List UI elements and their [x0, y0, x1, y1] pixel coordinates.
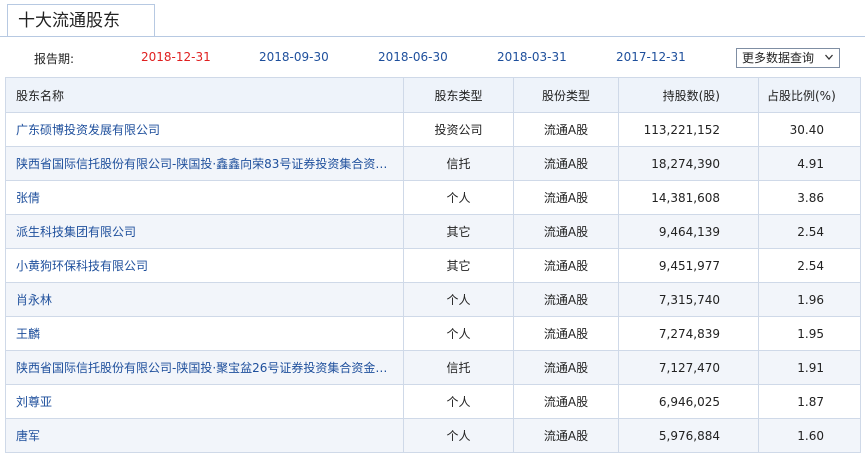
share-type-cell: 流通A股 — [513, 384, 619, 419]
holder-name-link[interactable]: 陕西省国际信托股份有限公司-陕国投·鑫鑫向荣83号证券投资集合资… — [5, 146, 404, 181]
holder-name-link[interactable]: 小黄狗环保科技有限公司 — [5, 248, 404, 283]
holder-name-link[interactable]: 唐军 — [5, 418, 404, 453]
table-row: 派生科技集团有限公司 其它 流通A股 9,464,139 2.54 — [5, 214, 861, 249]
table-row: 广东硕博投资发展有限公司 投资公司 流通A股 113,221,152 30.40 — [5, 112, 861, 147]
holder-type-cell: 其它 — [403, 248, 514, 283]
report-date-link[interactable]: 2018-03-31 — [497, 50, 567, 64]
table-row: 陕西省国际信托股份有限公司-陕国投·聚宝盆26号证券投资集合资金… 信托 流通A股 7… — [5, 350, 861, 385]
ratio-cell: 1.95 — [758, 316, 861, 351]
shares-cell: 7,127,470 — [618, 350, 759, 385]
table-row: 小黄狗环保科技有限公司 其它 流通A股 9,451,977 2.54 — [5, 248, 861, 283]
table-row: 肖永林 个人 流通A股 7,315,740 1.96 — [5, 282, 861, 317]
holder-name-link[interactable]: 广东硕博投资发展有限公司 — [5, 112, 404, 147]
ratio-cell: 3.86 — [758, 180, 861, 215]
shares-cell: 7,274,839 — [618, 316, 759, 351]
share-type-cell: 流通A股 — [513, 146, 619, 181]
holder-type-cell: 信托 — [403, 146, 514, 181]
holder-name-link[interactable]: 王麟 — [5, 316, 404, 351]
holder-type-cell: 个人 — [403, 282, 514, 317]
report-date-link[interactable]: 2018-09-30 — [259, 50, 329, 64]
column-header-holder-name: 股东名称 — [5, 77, 404, 113]
ratio-cell: 1.96 — [758, 282, 861, 317]
chevron-down-icon — [825, 54, 833, 60]
holder-name-link[interactable]: 肖永林 — [5, 282, 404, 317]
shares-cell: 113,221,152 — [618, 112, 759, 147]
holder-type-cell: 其它 — [403, 214, 514, 249]
holders-table: 股东名称 股东类型 股份类型 持股数(股) 占股比例(%) 广东硕博投资发展有限… — [5, 77, 861, 453]
tab-bar: 十大流通股东 — [0, 0, 865, 37]
ratio-cell: 4.91 — [758, 146, 861, 181]
share-type-cell: 流通A股 — [513, 316, 619, 351]
holder-name-link[interactable]: 刘尊亚 — [5, 384, 404, 419]
holder-name-link[interactable]: 派生科技集团有限公司 — [5, 214, 404, 249]
share-type-cell: 流通A股 — [513, 248, 619, 283]
tab-top10-holders[interactable]: 十大流通股东 — [7, 4, 155, 36]
shares-cell: 18,274,390 — [618, 146, 759, 181]
holder-type-cell: 信托 — [403, 350, 514, 385]
holder-type-cell: 个人 — [403, 180, 514, 215]
holder-name-link[interactable]: 张倩 — [5, 180, 404, 215]
column-header-ratio: 占股比例(%) — [758, 77, 861, 113]
shares-cell: 5,976,884 — [618, 418, 759, 453]
ratio-cell: 1.87 — [758, 384, 861, 419]
table-row: 刘尊亚 个人 流通A股 6,946,025 1.87 — [5, 384, 861, 419]
column-header-shares: 持股数(股) — [618, 77, 759, 113]
share-type-cell: 流通A股 — [513, 180, 619, 215]
holder-type-cell: 个人 — [403, 418, 514, 453]
holder-type-cell: 个人 — [403, 384, 514, 419]
ratio-cell: 2.54 — [758, 248, 861, 283]
ratio-cell: 1.91 — [758, 350, 861, 385]
ratio-cell: 1.60 — [758, 418, 861, 453]
table-row: 唐军 个人 流通A股 5,976,884 1.60 — [5, 418, 861, 453]
ratio-cell: 30.40 — [758, 112, 861, 147]
column-header-share-type: 股份类型 — [513, 77, 619, 113]
ratio-cell: 2.54 — [758, 214, 861, 249]
share-type-cell: 流通A股 — [513, 282, 619, 317]
table-row: 陕西省国际信托股份有限公司-陕国投·鑫鑫向荣83号证券投资集合资… 信托 流通A股 1… — [5, 146, 861, 181]
shares-cell: 6,946,025 — [618, 384, 759, 419]
holder-name-link[interactable]: 陕西省国际信托股份有限公司-陕国投·聚宝盆26号证券投资集合资金… — [5, 350, 404, 385]
holder-type-cell: 投资公司 — [403, 112, 514, 147]
report-date-link[interactable]: 2018-12-31 — [141, 50, 211, 64]
holder-type-cell: 个人 — [403, 316, 514, 351]
more-data-query-label: 更多数据查询 — [742, 51, 815, 65]
more-data-query-select[interactable]: 更多数据查询 — [736, 48, 840, 68]
report-period-label: 报告期: — [34, 52, 75, 66]
share-type-cell: 流通A股 — [513, 418, 619, 453]
shares-cell: 9,451,977 — [618, 248, 759, 283]
share-type-cell: 流通A股 — [513, 112, 619, 147]
share-type-cell: 流通A股 — [513, 350, 619, 385]
report-date-link[interactable]: 2018-06-30 — [378, 50, 448, 64]
report-date-link[interactable]: 2017-12-31 — [616, 50, 686, 64]
table-row: 王麟 个人 流通A股 7,274,839 1.95 — [5, 316, 861, 351]
shares-cell: 7,315,740 — [618, 282, 759, 317]
share-type-cell: 流通A股 — [513, 214, 619, 249]
column-header-holder-type: 股东类型 — [403, 77, 514, 113]
shares-cell: 14,381,608 — [618, 180, 759, 215]
shares-cell: 9,464,139 — [618, 214, 759, 249]
table-row: 张倩 个人 流通A股 14,381,608 3.86 — [5, 180, 861, 215]
table-header-row: 股东名称 股东类型 股份类型 持股数(股) 占股比例(%) — [5, 77, 861, 113]
